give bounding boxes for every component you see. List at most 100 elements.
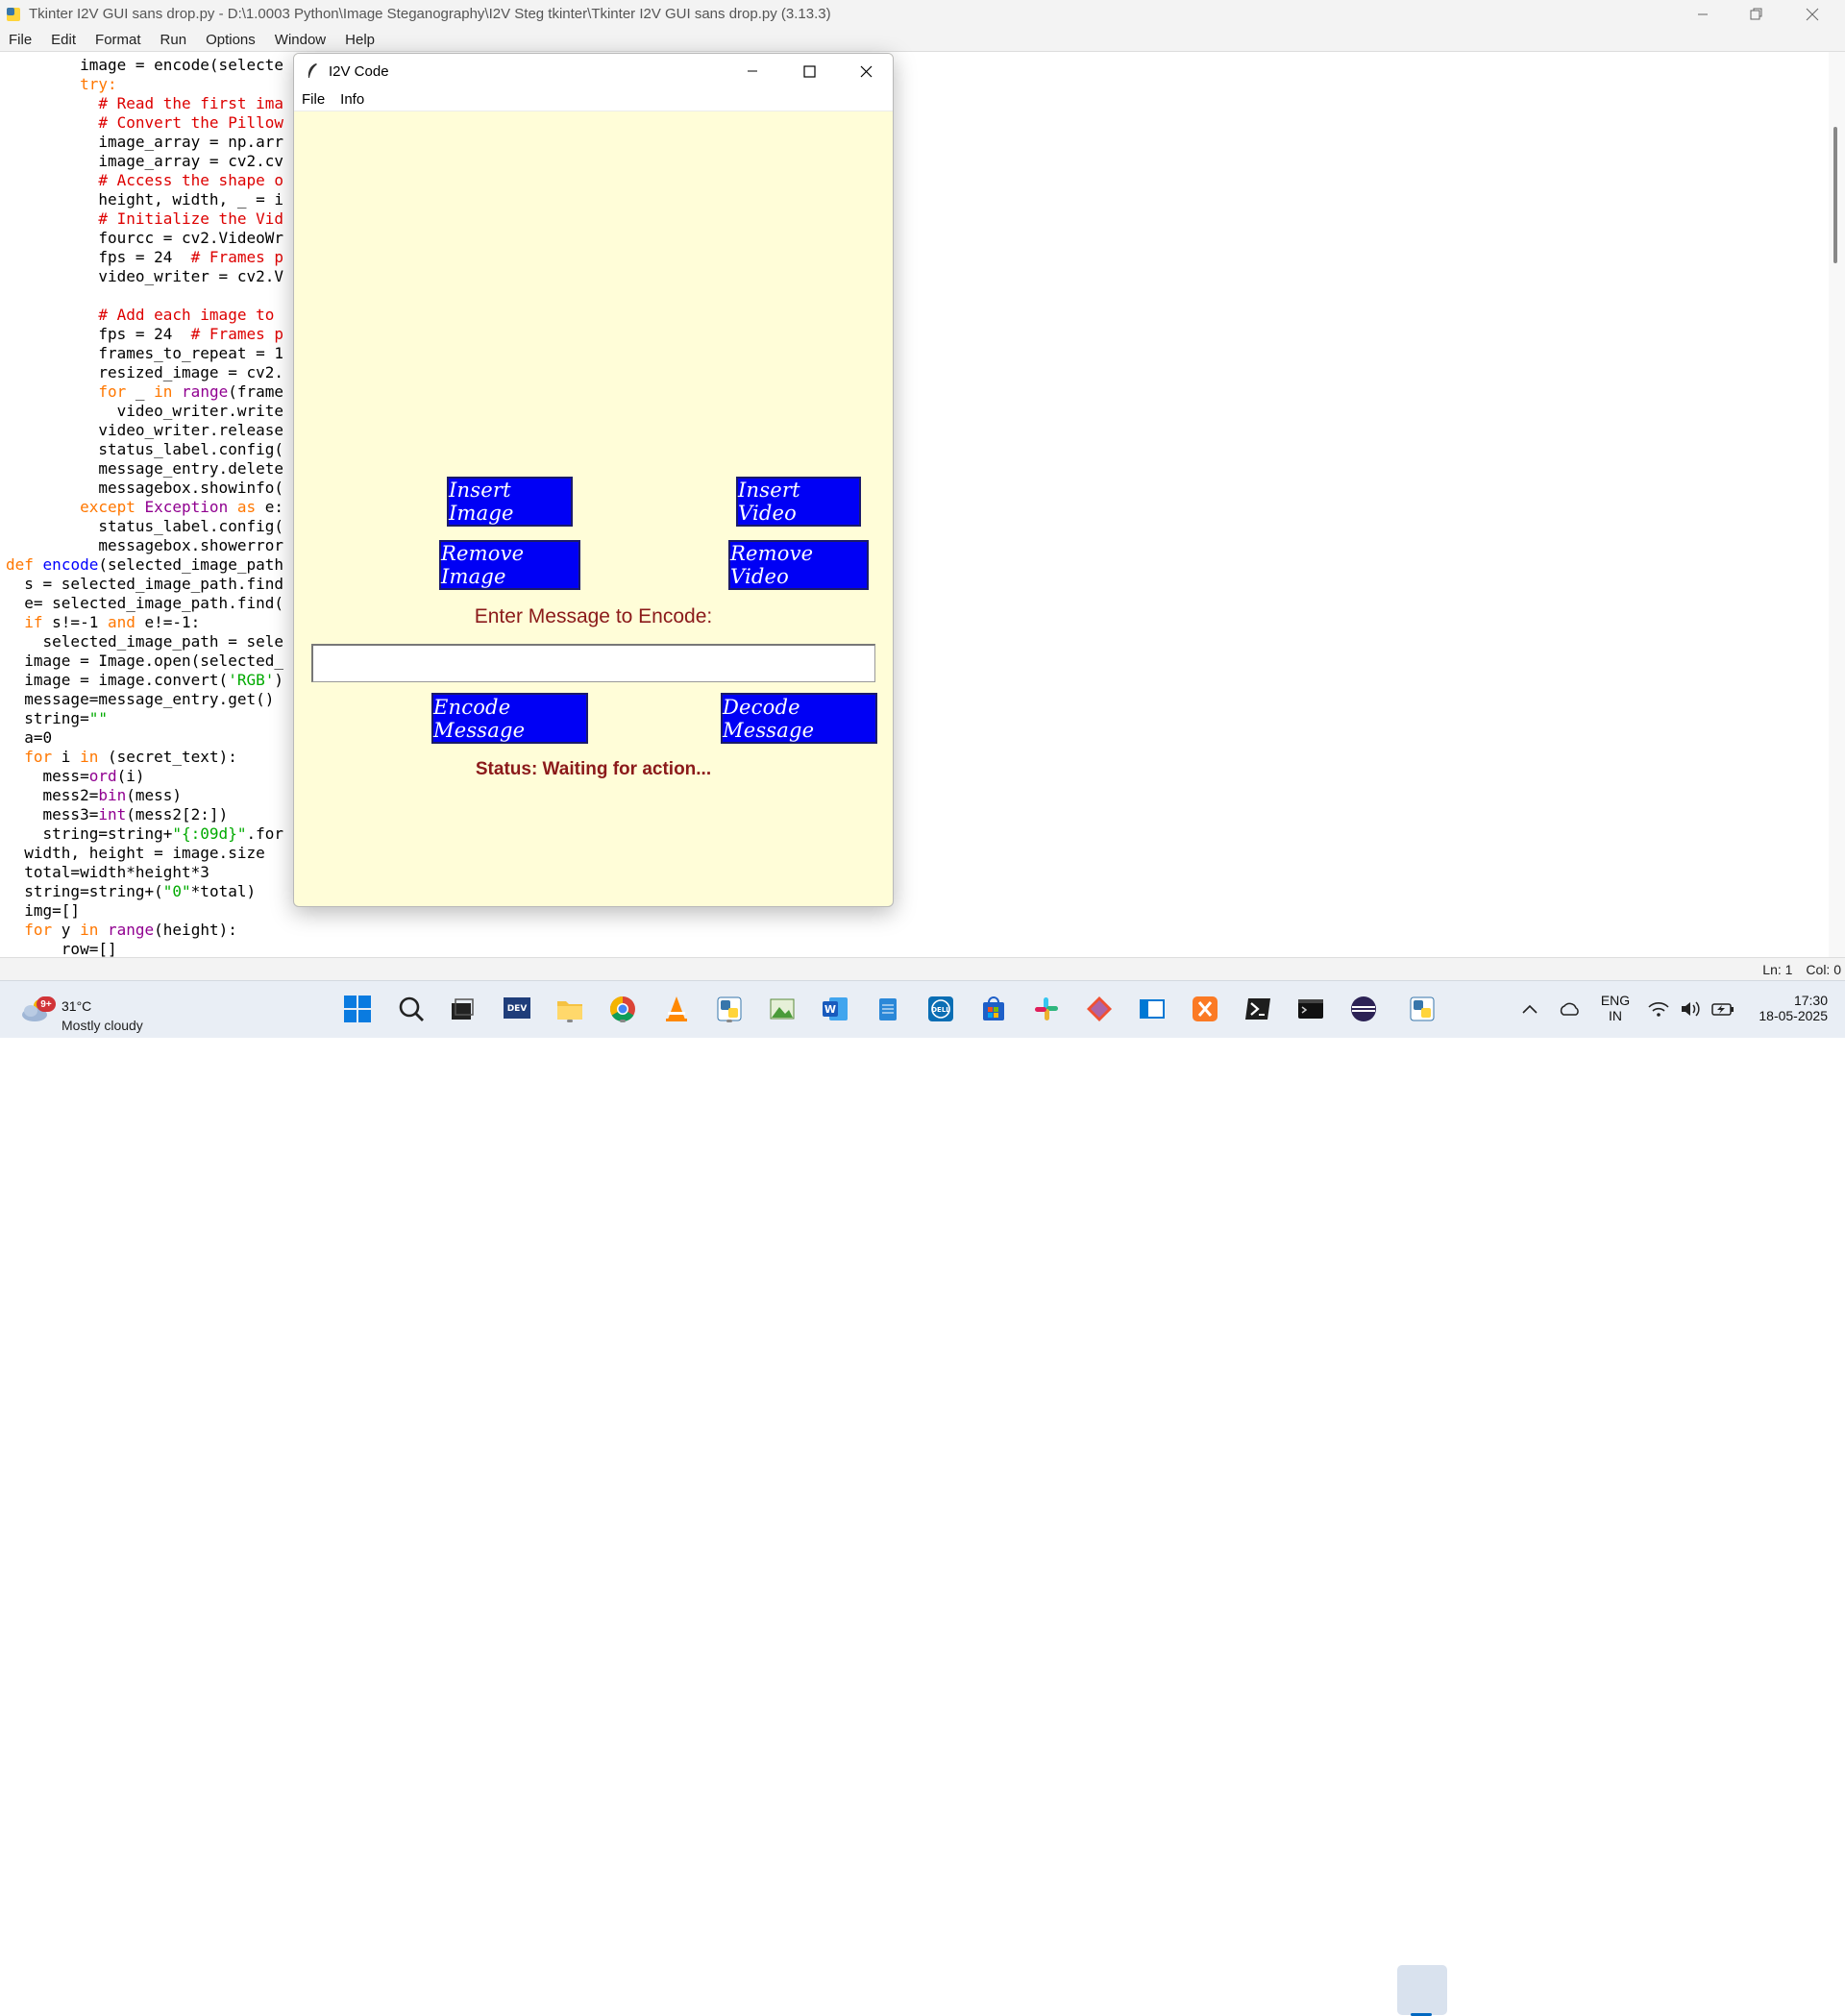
- code-line[interactable]: fourcc = cv2.VideoWr: [6, 229, 283, 248]
- taskbar-chrome[interactable]: [606, 993, 639, 1025]
- system-tray-quick-settings[interactable]: [1643, 993, 1739, 1025]
- code-line[interactable]: video_writer = cv2.V: [6, 267, 283, 286]
- code-line[interactable]: image_array = cv2.cv: [6, 152, 283, 171]
- code-line[interactable]: width, height = image.size: [6, 844, 283, 863]
- language-indicator[interactable]: ENG IN: [1600, 993, 1631, 1023]
- insert-video-button[interactable]: Insert Video: [736, 477, 861, 527]
- taskbar-word[interactable]: W: [819, 993, 851, 1025]
- code-line[interactable]: mess2=bin(mess): [6, 786, 283, 805]
- code-line[interactable]: for y in range(height):: [6, 921, 283, 940]
- menu-help[interactable]: Help: [335, 32, 384, 48]
- editor-scrollbar[interactable]: [1829, 52, 1845, 957]
- code-editor[interactable]: image = encode(selecte try: # Read the f…: [0, 52, 1829, 957]
- code-line[interactable]: messagebox.showinfo(: [6, 479, 283, 498]
- tk-menu-info[interactable]: Info: [332, 91, 372, 108]
- taskbar-vlc[interactable]: [660, 993, 693, 1025]
- code-line[interactable]: except Exception as e:: [6, 498, 283, 517]
- code-line[interactable]: # Access the shape o: [6, 171, 283, 190]
- code-line[interactable]: img=[]: [6, 901, 283, 921]
- code-line[interactable]: mess=ord(i): [6, 767, 283, 786]
- code-line[interactable]: # Convert the Pillow: [6, 113, 283, 133]
- code-line[interactable]: fps = 24 # Frames p: [6, 248, 283, 267]
- menu-options[interactable]: Options: [196, 32, 265, 48]
- code-line[interactable]: # Add each image to: [6, 306, 283, 325]
- code-line[interactable]: frames_to_repeat = 1: [6, 344, 283, 363]
- taskbar-dell[interactable]: DELL: [924, 993, 957, 1025]
- taskbar-powershell[interactable]: [1242, 993, 1274, 1025]
- code-line[interactable]: e= selected_image_path.find(: [6, 594, 283, 613]
- code-line[interactable]: try:: [6, 75, 283, 94]
- taskbar-dev-app[interactable]: DEV: [501, 993, 533, 1025]
- menu-format[interactable]: Format: [86, 32, 151, 48]
- show-hidden-icons-button[interactable]: [1513, 993, 1546, 1025]
- code-line[interactable]: video_writer.write: [6, 402, 283, 421]
- tk-close-button[interactable]: [837, 54, 893, 88]
- taskbar-notepad[interactable]: [872, 993, 904, 1025]
- code-line[interactable]: a=0: [6, 728, 283, 748]
- tk-menu-file[interactable]: File: [294, 91, 332, 108]
- code-line[interactable]: message_entry.delete: [6, 459, 283, 479]
- code-line[interactable]: fps = 24 # Frames p: [6, 325, 283, 344]
- taskbar-slack[interactable]: [1030, 993, 1063, 1025]
- code-text[interactable]: image = encode(selecte try: # Read the f…: [6, 56, 283, 957]
- onedrive-button[interactable]: [1553, 993, 1586, 1025]
- task-view-button[interactable]: [446, 993, 479, 1025]
- start-button[interactable]: [341, 993, 374, 1025]
- decode-message-button[interactable]: Decode Message: [721, 693, 877, 744]
- message-entry[interactable]: [311, 644, 875, 682]
- menu-edit[interactable]: Edit: [41, 32, 86, 48]
- code-line[interactable]: string=string+("0"*total): [6, 882, 283, 901]
- code-line[interactable]: video_writer.release: [6, 421, 283, 440]
- code-line[interactable]: message=message_entry.get(): [6, 690, 283, 709]
- code-line[interactable]: total=width*height*3: [6, 863, 283, 882]
- encode-message-button[interactable]: Encode Message: [431, 693, 588, 744]
- taskbar-remote-desktop[interactable]: [1136, 993, 1168, 1025]
- code-line[interactable]: string="": [6, 709, 283, 728]
- search-button[interactable]: [395, 993, 428, 1025]
- code-line[interactable]: status_label.config(: [6, 440, 283, 459]
- code-line[interactable]: if s!=-1 and e!=-1:: [6, 613, 283, 632]
- code-line[interactable]: selected_image_path = sele: [6, 632, 283, 652]
- code-line[interactable]: for i in (secret_text):: [6, 748, 283, 767]
- clock[interactable]: 17:30 18-05-2025: [1741, 993, 1828, 1023]
- taskbar-eclipse[interactable]: [1347, 993, 1380, 1025]
- tk-minimize-button[interactable]: [724, 54, 781, 88]
- code-line[interactable]: s = selected_image_path.find: [6, 575, 283, 594]
- code-line[interactable]: mess3=int(mess2[2:]): [6, 805, 283, 824]
- idle-close-button[interactable]: [1785, 0, 1839, 28]
- code-line[interactable]: image = encode(selecte: [6, 56, 283, 75]
- taskbar-python-tk[interactable]: [1406, 993, 1439, 1025]
- menu-file[interactable]: File: [0, 32, 41, 48]
- code-line[interactable]: status_label.config(: [6, 517, 283, 536]
- code-line[interactable]: image_array = np.arr: [6, 133, 283, 152]
- taskbar-xampp[interactable]: [1189, 993, 1221, 1025]
- idle-minimize-button[interactable]: [1676, 0, 1730, 28]
- code-line[interactable]: # Read the first ima: [6, 94, 283, 113]
- scrollbar-thumb[interactable]: [1833, 127, 1837, 263]
- remove-video-button[interactable]: Remove Video: [728, 540, 869, 590]
- taskbar-store[interactable]: [977, 993, 1010, 1025]
- code-line[interactable]: string=string+"{:09d}".for: [6, 824, 283, 844]
- taskbar-python-idle[interactable]: [713, 993, 746, 1025]
- code-line[interactable]: row=[]: [6, 940, 283, 957]
- code-line[interactable]: for _ in range(frame: [6, 382, 283, 402]
- code-line[interactable]: image = Image.open(selected_: [6, 652, 283, 671]
- insert-image-button[interactable]: Insert Image: [447, 477, 573, 527]
- code-line[interactable]: height, width, _ = i: [6, 190, 283, 209]
- menu-window[interactable]: Window: [265, 32, 335, 48]
- code-line[interactable]: def encode(selected_image_path: [6, 555, 283, 575]
- code-line[interactable]: image = image.convert('RGB'): [6, 671, 283, 690]
- taskbar-git[interactable]: [1083, 993, 1116, 1025]
- code-token: fps = 24: [6, 325, 191, 343]
- menu-run[interactable]: Run: [151, 32, 197, 48]
- idle-restore-button[interactable]: [1730, 0, 1784, 28]
- taskbar-terminal[interactable]: [1294, 993, 1327, 1025]
- taskbar-photos[interactable]: [766, 993, 799, 1025]
- tk-maximize-button[interactable]: [780, 54, 838, 88]
- taskbar-file-explorer[interactable]: [554, 993, 586, 1025]
- code-line[interactable]: resized_image = cv2.: [6, 363, 283, 382]
- code-line[interactable]: [6, 286, 283, 306]
- code-line[interactable]: # Initialize the Vid: [6, 209, 283, 229]
- code-line[interactable]: messagebox.showerror: [6, 536, 283, 555]
- remove-image-button[interactable]: Remove Image: [439, 540, 580, 590]
